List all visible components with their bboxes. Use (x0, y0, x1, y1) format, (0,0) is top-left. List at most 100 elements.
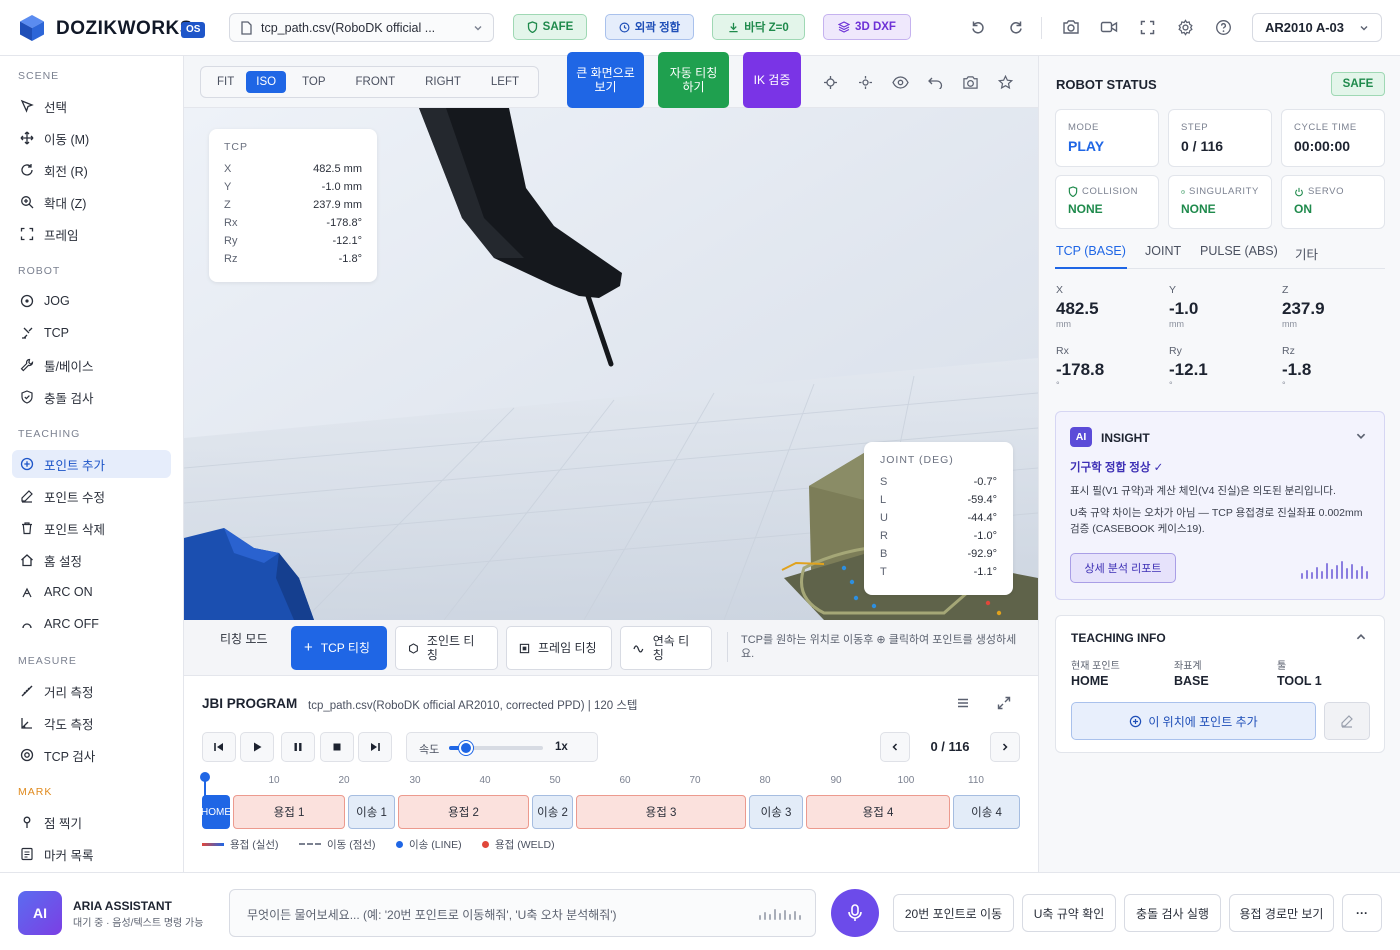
sidebar-item-arc-off[interactable]: ARC OFF (12, 610, 171, 638)
segment-move-2[interactable]: 이송 2 (532, 795, 573, 829)
segment-home[interactable]: HOME (202, 795, 230, 829)
focus-icon[interactable] (855, 72, 875, 92)
sidebar-item-select[interactable]: 선택 (12, 92, 171, 120)
more-button[interactable]: ··· (1342, 894, 1382, 932)
assistant-input-placeholder: 무엇이든 물어보세요... (예: '20번 포인트로 이동해줘', 'U축 오… (247, 908, 617, 922)
chevron-up-icon[interactable] (1355, 631, 1367, 646)
file-select[interactable]: tcp_path.csv(RoboDK official ... (229, 13, 494, 42)
3d-viewport[interactable]: TCP X 482.5 mm Y -1.0 mm Z 237.9 mm Rx -178.… (184, 108, 1038, 620)
section-title-measure: MEASURE (18, 655, 77, 667)
quick-collision[interactable]: 충돌 검사 실행 (1124, 894, 1221, 932)
sidebar-item-move[interactable]: 이동 (M) (12, 124, 171, 152)
tab-top[interactable]: TOP (288, 71, 339, 93)
floor-chip[interactable]: 바닥 Z=0 (712, 14, 805, 40)
tcp-teach-button[interactable]: + TCP 티칭 (291, 626, 387, 670)
sidebar-item-mark-point[interactable]: 점 찍기 (12, 808, 171, 836)
expand-icon[interactable] (997, 696, 1013, 712)
safe-chip-label: SAFE (542, 21, 574, 33)
tab-joint[interactable]: JOINT (1145, 244, 1181, 258)
timeline-playhead[interactable] (200, 772, 210, 782)
sidebar-item-rotate[interactable]: 회전 (R) (12, 156, 171, 184)
chevron-down-icon[interactable] (1355, 430, 1367, 445)
quick-weld-path[interactable]: 용접 경로만 보기 (1229, 894, 1334, 932)
next-step-button[interactable] (990, 732, 1020, 762)
help-icon[interactable] (1212, 16, 1234, 38)
prev-step-button[interactable] (880, 732, 910, 762)
safe-chip[interactable]: SAFE (513, 14, 587, 40)
tab-tcp-base[interactable]: TCP (BASE) (1056, 244, 1126, 258)
sidebar-item-jog[interactable]: JOG (12, 287, 171, 315)
frame-teach-button[interactable]: 프레임 티칭 (506, 626, 612, 670)
sidebar-item-tcp[interactable]: TCP (12, 319, 171, 347)
skip-back-button[interactable] (202, 732, 236, 762)
microphone-button[interactable] (831, 889, 879, 937)
hexagon-icon (408, 642, 418, 654)
video-icon[interactable] (1098, 16, 1120, 38)
tab-fit[interactable]: FIT (207, 71, 244, 93)
sidebar-item-marker-list[interactable]: 마커 목록 (12, 840, 171, 868)
segment-weld-1[interactable]: 용접 1 (233, 795, 345, 829)
fullscreen-view-button[interactable]: 큰 화면으로 보기 (567, 52, 644, 108)
crosshair-icon[interactable] (820, 72, 840, 92)
ik-verify-button[interactable]: IK 검증 (743, 52, 801, 108)
assistant-input[interactable]: 무엇이든 물어보세요... (예: '20번 포인트로 이동해줘', 'U축 오… (229, 889, 816, 937)
segment-weld-2[interactable]: 용접 2 (398, 795, 529, 829)
sidebar-item-tcp-check[interactable]: TCP 검사 (12, 741, 171, 769)
section-title-robot: ROBOT (18, 265, 61, 277)
segment-move-4[interactable]: 이송 4 (953, 795, 1020, 829)
segment-weld-3[interactable]: 용접 3 (576, 795, 746, 829)
sidebar-item-zoom[interactable]: 확대 (Z) (12, 188, 171, 216)
tab-front[interactable]: FRONT (342, 71, 410, 93)
continuous-teach-button[interactable]: 연속 티칭 (620, 626, 712, 670)
segment-weld-4[interactable]: 용접 4 (806, 795, 950, 829)
stop-button[interactable] (320, 732, 354, 762)
tab-other[interactable]: 기타 (1295, 244, 1318, 263)
quick-move-20[interactable]: 20번 포인트로 이동 (893, 894, 1014, 932)
speed-slider[interactable] (449, 741, 543, 755)
tcp-row-ry: Ry -12.1° (224, 235, 362, 247)
segment-move-1[interactable]: 이송 1 (348, 795, 395, 829)
gear-icon[interactable] (1174, 16, 1196, 38)
star-icon[interactable] (995, 72, 1015, 92)
tab-right[interactable]: RIGHT (411, 71, 475, 93)
view-tabs: FIT ISO TOP FRONT RIGHT LEFT (200, 66, 539, 98)
auto-teach-button[interactable]: 자동 티칭 하기 (658, 52, 729, 108)
sidebar-item-edit-point[interactable]: 포인트 수정 (12, 482, 171, 510)
redo-icon[interactable] (1005, 16, 1027, 38)
pause-button[interactable] (281, 732, 315, 762)
eye-icon[interactable] (890, 72, 910, 92)
robot-select[interactable]: AR2010 A-03 (1252, 13, 1382, 42)
dxf-chip[interactable]: 3D DXF (823, 14, 911, 40)
sidebar-item-delete-point[interactable]: 포인트 삭제 (12, 514, 171, 542)
fullscreen-icon[interactable] (1136, 16, 1158, 38)
sidebar-item-frame[interactable]: 프레임 (12, 220, 171, 248)
sidebar-item-angle[interactable]: 각도 측정 (12, 709, 171, 737)
camera-icon[interactable] (1060, 16, 1082, 38)
quick-u-axis[interactable]: U축 규약 확인 (1022, 894, 1116, 932)
skip-forward-button[interactable] (358, 732, 392, 762)
detail-report-button[interactable]: 상세 분석 리포트 (1070, 553, 1176, 583)
sidebar-item-distance[interactable]: 거리 측정 (12, 677, 171, 705)
target-icon (20, 748, 34, 762)
edit-point-button[interactable] (1324, 702, 1370, 740)
tab-left[interactable]: LEFT (477, 71, 533, 93)
top-bar: DOZIKWORKS OS tcp_path.csv(RoboDK offici… (0, 0, 1400, 56)
speed-slider-thumb[interactable] (458, 741, 473, 755)
add-point-here-button[interactable]: 이 위치에 포인트 추가 (1071, 702, 1316, 740)
segment-move-3[interactable]: 이송 3 (749, 795, 803, 829)
sidebar-item-tool-base[interactable]: 툴/베이스 (12, 351, 171, 379)
tab-pulse-abs[interactable]: PULSE (ABS) (1200, 244, 1278, 258)
tab-iso[interactable]: ISO (246, 71, 287, 93)
joint-teach-button[interactable]: 조인트 티칭 (395, 626, 498, 670)
sidebar-item-collision-check[interactable]: 충돌 검사 (12, 383, 171, 411)
menu-icon[interactable] (956, 696, 972, 712)
snapshot-icon[interactable] (960, 72, 980, 92)
speed-label: 속도 (419, 744, 440, 756)
sidebar-item-arc-on[interactable]: ARC ON (12, 578, 171, 606)
play-button[interactable] (240, 732, 274, 762)
undo-icon[interactable] (967, 16, 989, 38)
sidebar-item-add-point[interactable]: 포인트 추가 (12, 450, 171, 478)
undo-view-icon[interactable] (925, 72, 945, 92)
align-chip[interactable]: 외곽 정합 (605, 14, 694, 40)
sidebar-item-set-home[interactable]: 홈 설정 (12, 546, 171, 574)
